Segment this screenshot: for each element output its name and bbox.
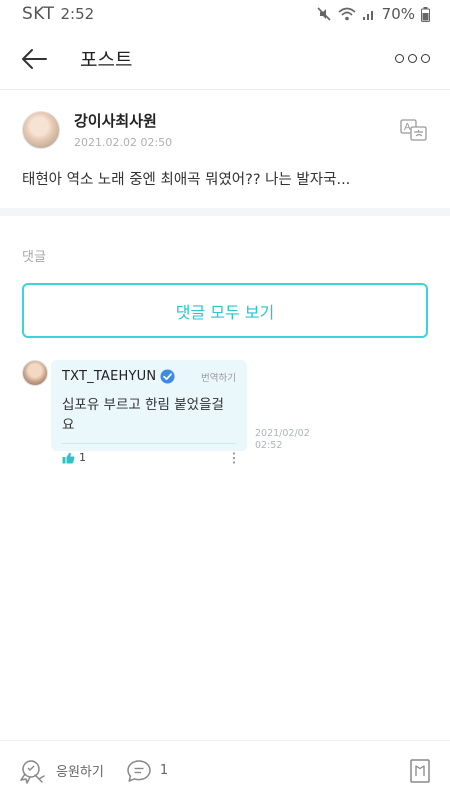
wifi-icon [338,7,356,21]
carrier-label: SKT [22,4,55,24]
bottom-action-bar: 응원하기 1 [0,740,450,800]
comment-text: 십포유 부르고 한림 붙었을걸요 [62,397,224,433]
verified-badge-icon [160,369,175,384]
comment-bubble-icon [127,759,151,782]
comment-date: 2021/02/02 [255,428,310,439]
translate-comment-link[interactable]: 번역하기 [201,370,236,384]
author-name[interactable]: 강이사최사원 [74,110,172,131]
comment-timestamp: 2021/02/02 02:52 [255,428,315,452]
cheer-button[interactable]: 응원하기 [18,758,104,784]
comments-button[interactable]: 1 [126,759,168,783]
comment-count: 1 [159,763,169,778]
comment-divider [62,443,236,444]
comment-footer: 1 [62,451,236,464]
back-button[interactable] [20,45,48,73]
status-right: 70% [316,5,430,23]
svg-text:A: A [404,122,411,133]
comment-more-icon[interactable] [232,451,236,464]
section-divider [0,208,450,216]
bookmark-icon [410,758,430,783]
translate-icon[interactable]: A [400,118,428,141]
comment-time: 02:52 [255,440,283,451]
commenter-avatar[interactable] [22,360,48,386]
more-icon-dot [408,54,417,63]
comments-label: 댓글 [22,250,46,265]
post-card: 강이사최사원 2021.02.02 02:50 A 태현아 역소 노래 중엔 최… [0,90,450,208]
bookmark-button[interactable] [408,758,432,784]
comment-author[interactable]: TXT_TAEHYUN [62,369,156,384]
like-count: 1 [79,451,86,464]
battery-percent: 70% [381,5,415,23]
app-header: 포스트 [0,28,450,90]
clock: 2:52 [60,5,95,23]
back-arrow-icon [22,48,47,69]
like-button[interactable]: 1 [62,451,86,464]
comment-header: TXT_TAEHYUN 번역하기 [62,369,236,384]
status-left: SKT 2:52 [22,4,94,24]
signal-icon [362,11,373,20]
cheer-icon [20,759,45,784]
post-date: 2021.02.02 02:50 [74,136,173,149]
status-bar: SKT 2:52 70% [0,0,450,28]
more-icon [395,54,404,63]
battery-icon [421,6,430,22]
mute-icon [317,7,331,21]
author-meta: 강이사최사원 2021.02.02 02:50 [74,110,172,149]
post-text: 태현아 역소 노래 중엔 최애곡 뭐였어?? 나는 발자국... [22,172,351,188]
view-all-comments-button[interactable]: 댓글 모두 보기 [22,283,428,338]
comment-item: TXT_TAEHYUN 번역하기 십포유 부르고 한림 붙었을걸요 1 2021… [22,360,428,464]
comment-bubble: TXT_TAEHYUN 번역하기 십포유 부르고 한림 붙었을걸요 1 [51,360,247,464]
post-author-row: 강이사최사원 2021.02.02 02:50 A [22,110,428,149]
page-title: 포스트 [80,49,133,71]
more-icon-dot [421,54,430,63]
cheer-label: 응원하기 [56,765,104,780]
more-button[interactable] [395,54,430,63]
author-avatar[interactable] [22,110,60,149]
thumbs-up-icon [62,452,75,463]
